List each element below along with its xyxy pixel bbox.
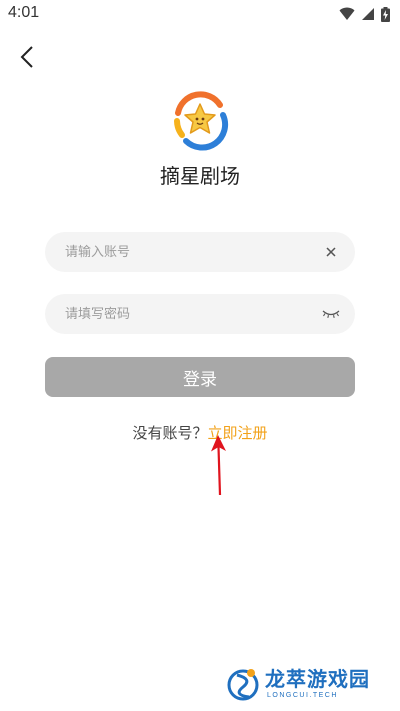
status-icons <box>339 6 390 22</box>
back-button[interactable] <box>10 40 44 74</box>
status-bar: 4:01 <box>0 0 400 30</box>
watermark-subtext: LONGCUI.TECH <box>267 692 338 699</box>
register-prompt: 没有账号？ <box>132 424 208 442</box>
watermark-text: 龙萃游戏园 <box>265 667 370 691</box>
eye-closed-icon <box>322 310 340 318</box>
star-logo-icon <box>174 91 229 151</box>
status-time: 4:01 <box>8 4 40 21</box>
account-input[interactable] <box>65 232 315 272</box>
watermark-logo-icon <box>227 669 259 701</box>
chevron-left-icon <box>20 46 33 68</box>
clear-account-button[interactable] <box>321 242 341 262</box>
battery-charging-icon <box>381 6 390 22</box>
register-row: 没有账号？立即注册 <box>0 422 400 443</box>
password-visibility-toggle[interactable] <box>321 304 341 324</box>
wifi-icon <box>339 7 355 20</box>
login-button[interactable]: 登录 <box>45 357 355 397</box>
annotation-arrow-icon <box>211 435 226 496</box>
signal-icon <box>362 8 374 20</box>
password-input[interactable] <box>65 294 315 334</box>
app-name: 摘星剧场 <box>160 164 240 188</box>
watermark: 龙萃游戏园 LONGCUI.TECH <box>225 663 395 707</box>
close-icon <box>326 247 336 257</box>
account-field[interactable] <box>45 232 355 272</box>
password-field[interactable] <box>45 294 355 334</box>
